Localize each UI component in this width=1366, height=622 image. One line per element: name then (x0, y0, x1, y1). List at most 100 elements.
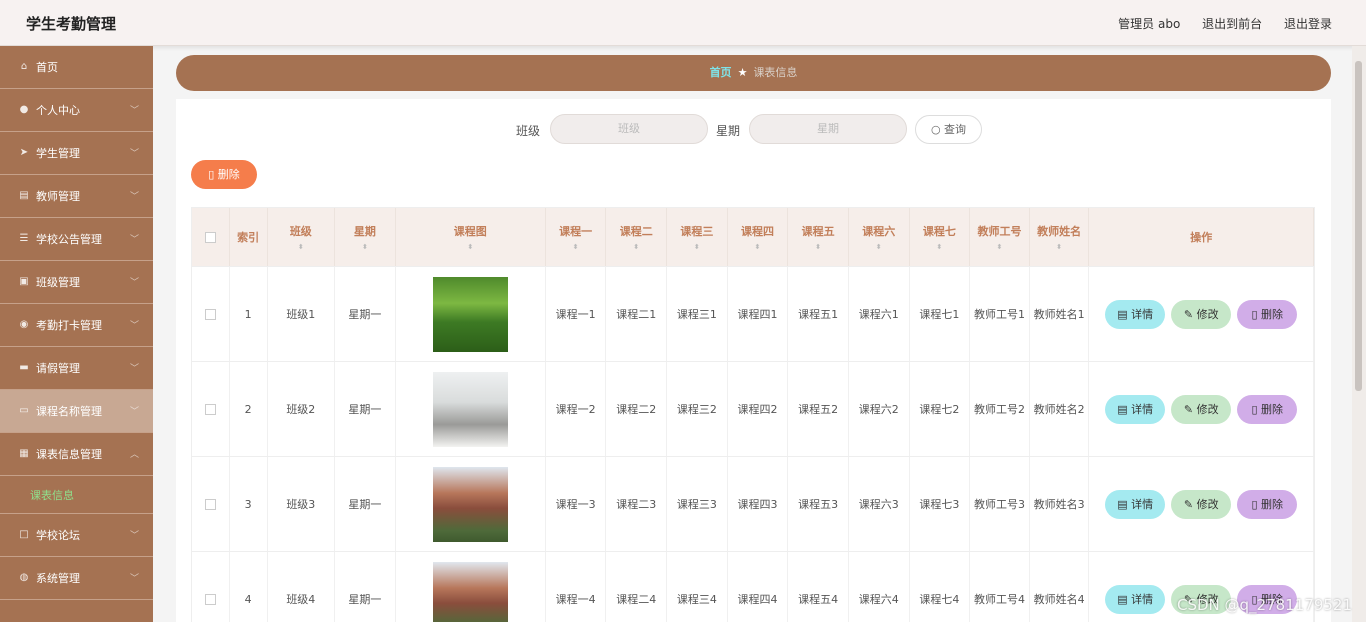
select-all-header (192, 208, 230, 266)
course-image[interactable] (432, 276, 508, 352)
class-label: 班级 (516, 124, 541, 138)
sort-icon: ⬍ (875, 243, 882, 251)
cell-teacher-name: 教师姓名3 (1030, 457, 1090, 551)
col-course3[interactable]: 课程三 ⬍ (667, 208, 728, 266)
sidebar-item-teachers[interactable]: ▤ 教师管理 ﹀ (0, 175, 153, 218)
pencil-icon: ✎ (1183, 402, 1197, 416)
col-week[interactable]: 星期 ⬍ (335, 208, 396, 266)
table-row: 2 班级2 星期一 课程一2 课程二2 课程三2 课程四2 课程五2 课程六2 … (192, 361, 1315, 456)
col-class[interactable]: 班级 ⬍ (268, 208, 336, 266)
exit-to-front-link[interactable]: 退出到前台 (1202, 17, 1262, 31)
sidebar-item-students[interactable]: ➤ 学生管理 ﹀ (0, 132, 153, 175)
cell-course5: 课程五4 (788, 552, 849, 622)
edit-button[interactable]: ✎ 修改 (1171, 394, 1232, 424)
page-scrollbar[interactable] (1352, 46, 1366, 622)
sort-icon: ⬍ (361, 243, 368, 251)
cell-teacher-no: 教师工号1 (970, 267, 1030, 361)
sidebar-item-label: 考勤打卡管理 (36, 319, 102, 332)
table-header: 索引 班级 ⬍ 星期 ⬍ 课程图 ⬍ 课程一 ⬍ 课程二 ⬍ 课程三 ⬍ 课程四 ⬍ 课程五 ⬍… (192, 208, 1315, 266)
col-course7[interactable]: 课程七 ⬍ (910, 208, 971, 266)
select-all-checkbox[interactable] (204, 231, 216, 243)
detail-label: 详情 (1131, 592, 1154, 606)
col-label: 操作 (1190, 231, 1213, 244)
table-row: 4 班级4 星期一 课程一4 课程二4 课程三4 课程四4 课程五4 课程六4 … (192, 551, 1315, 622)
chat-icon: ▭ (19, 405, 29, 416)
cell-class: 班级1 (268, 267, 336, 361)
cell-actions: ▤ 详情 ✎ 修改 ▯ 删除 (1089, 267, 1315, 361)
cell-teacher-name: 教师姓名2 (1030, 362, 1090, 456)
doc-icon: ▤ (1117, 592, 1132, 606)
sidebar-item-leave[interactable]: ▬ 请假管理 ﹀ (0, 347, 153, 390)
col-teacher-no[interactable]: 教师工号 ⬍ (970, 208, 1030, 266)
week-label: 星期 (716, 124, 741, 138)
sort-icon: ⬍ (467, 243, 474, 251)
user-label: 管理员 abo (1118, 17, 1181, 31)
course-image[interactable] (432, 561, 508, 622)
col-label: 课程二 (619, 225, 653, 238)
delete-label: 删除 (1261, 402, 1283, 416)
detail-button[interactable]: ▤ 详情 (1105, 299, 1166, 329)
cell-course3: 课程三1 (667, 267, 728, 361)
sidebar-item-label: 系统管理 (36, 572, 80, 585)
sidebar-item-system[interactable]: ◍ 系统管理 ﹀ (0, 557, 153, 600)
row-checkbox[interactable] (204, 403, 216, 415)
col-course2[interactable]: 课程二 ⬍ (606, 208, 668, 266)
cell-teacher-name: 教师姓名1 (1030, 267, 1090, 361)
detail-button[interactable]: ▤ 详情 (1105, 489, 1166, 519)
col-course1[interactable]: 课程一 ⬍ (546, 208, 607, 266)
sidebar-item-label: 学校公告管理 (36, 233, 102, 246)
class-search-input[interactable]: 班级 (550, 114, 708, 144)
sidebar-item-home[interactable]: ⌂ 首页 (0, 46, 153, 89)
batch-delete-button[interactable]: ▯ 删除 (191, 160, 257, 189)
cell-image (396, 552, 546, 622)
sidebar-item-announcements[interactable]: ☰ 学校公告管理 ﹀ (0, 218, 153, 261)
cell-index: 4 (230, 552, 268, 622)
scrollbar-thumb[interactable] (1355, 61, 1362, 391)
delete-button[interactable]: ▯ 删除 (1237, 489, 1298, 519)
detail-button[interactable]: ▤ 详情 (1105, 584, 1166, 614)
week-search-input[interactable]: 星期 (749, 114, 907, 144)
sidebar-item-course-names[interactable]: ▭ 课程名称管理 ﹀ (0, 390, 153, 433)
table-row: 3 班级3 星期一 课程一3 课程二3 课程三3 课程四3 课程五3 课程六3 … (192, 456, 1315, 551)
sidebar-item-profile[interactable]: ● 个人中心 ﹀ (0, 89, 153, 132)
edit-button[interactable]: ✎ 修改 (1171, 489, 1232, 519)
row-checkbox[interactable] (204, 593, 216, 605)
breadcrumb-current: 课表信息 (753, 66, 798, 79)
row-checkbox[interactable] (204, 498, 216, 510)
sidebar-item-label: 教师管理 (36, 190, 80, 203)
cell-course2: 课程二2 (606, 362, 668, 456)
cell-week: 星期一 (335, 552, 396, 622)
col-image[interactable]: 课程图 ⬍ (396, 208, 546, 266)
location-icon: ◉ (19, 319, 29, 330)
row-checkbox[interactable] (204, 308, 216, 320)
sort-icon: ⬍ (996, 243, 1003, 251)
row-actions: ▤ 详情 ✎ 修改 ▯ 删除 (1105, 489, 1298, 519)
col-course5[interactable]: 课程五 ⬍ (788, 208, 849, 266)
chevron-down-icon: ﹀ (129, 235, 139, 245)
sidebar-item-attendance[interactable]: ◉ 考勤打卡管理 ﹀ (0, 304, 153, 347)
delete-button[interactable]: ▯ 删除 (1237, 299, 1298, 329)
breadcrumb-home[interactable]: 首页 (710, 66, 732, 79)
row-select (192, 457, 230, 551)
query-button[interactable]: ○ 查询 (915, 115, 982, 144)
sidebar-item-classes[interactable]: ▣ 班级管理 ﹀ (0, 261, 153, 304)
course-image[interactable] (432, 371, 508, 447)
col-course6[interactable]: 课程六 ⬍ (849, 208, 910, 266)
edit-label: 修改 (1196, 402, 1219, 416)
cell-course2: 课程二4 (606, 552, 668, 622)
col-teacher-name[interactable]: 教师姓名 ⬍ (1030, 208, 1090, 266)
detail-button[interactable]: ▤ 详情 (1105, 394, 1166, 424)
trash-icon: ▯ (1251, 402, 1261, 416)
edit-button[interactable]: ✎ 修改 (1171, 299, 1232, 329)
course-image[interactable] (432, 466, 508, 542)
col-label: 课程图 (453, 225, 487, 238)
sidebar-item-schedule[interactable]: ▦ 课表信息管理 ︿ (0, 433, 153, 476)
top-bar: 学生考勤管理 管理员 abo 退出到前台 退出登录 (0, 0, 1366, 46)
sidebar-item-forum[interactable]: □ 学校论坛 ﹀ (0, 514, 153, 557)
col-course4[interactable]: 课程四 ⬍ (728, 208, 789, 266)
logout-link[interactable]: 退出登录 (1284, 17, 1332, 31)
sidebar-subitem-schedule-info[interactable]: 课表信息 (0, 476, 153, 514)
cell-class: 班级4 (268, 552, 336, 622)
watermark: CSDN @q_2781179521 (1177, 596, 1352, 614)
delete-button[interactable]: ▯ 删除 (1237, 394, 1298, 424)
